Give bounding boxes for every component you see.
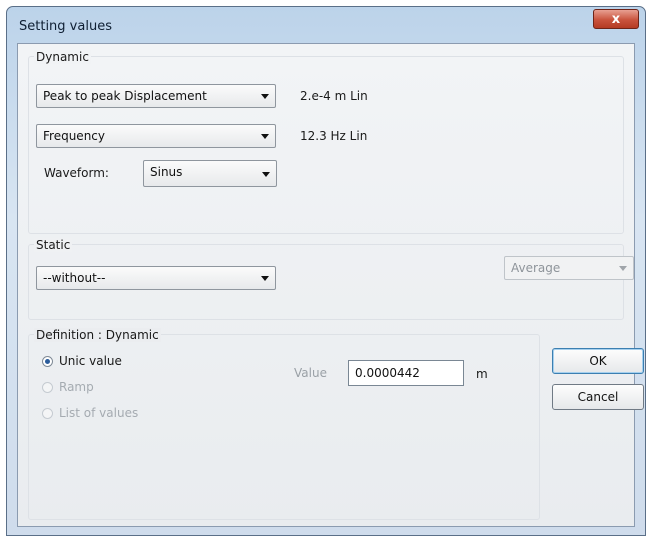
- radio-unic-value-label: Unic value: [59, 354, 122, 368]
- radio-ramp[interactable]: Ramp: [42, 380, 94, 394]
- static-group-label: Static: [34, 238, 73, 252]
- radio-icon: [42, 407, 53, 419]
- dialog-window: Setting values x Dynamic Peak to peak Di…: [6, 6, 646, 536]
- static-mode-select: Average: [504, 256, 634, 280]
- dialog-client-area: Dynamic Peak to peak Displacement 2.e-4 …: [17, 43, 644, 527]
- chevron-down-icon: [261, 134, 269, 139]
- frequency-select[interactable]: Frequency: [36, 124, 276, 148]
- close-icon: x: [611, 11, 621, 27]
- title-bar[interactable]: Setting values x: [7, 7, 645, 41]
- ok-button-label: OK: [589, 354, 607, 368]
- radio-list-of-values[interactable]: List of values: [42, 406, 138, 420]
- frequency-select-value: Frequency: [43, 129, 105, 143]
- chevron-down-icon: [261, 94, 269, 99]
- cancel-button[interactable]: Cancel: [552, 384, 644, 410]
- static-mode-select-value: Average: [511, 261, 561, 275]
- chevron-down-icon: [262, 172, 270, 177]
- quantity-select-value: Peak to peak Displacement: [43, 89, 207, 103]
- waveform-label: Waveform:: [44, 166, 109, 180]
- dynamic-group-label: Dynamic: [34, 50, 91, 64]
- close-button[interactable]: x: [593, 9, 639, 29]
- frequency-readout: 12.3 Hz Lin: [300, 129, 368, 143]
- chevron-down-icon: [261, 276, 269, 281]
- window-title: Setting values: [19, 19, 112, 34]
- radio-icon: [42, 355, 53, 367]
- ok-button[interactable]: OK: [552, 348, 644, 374]
- definition-group-label: Definition : Dynamic: [34, 328, 161, 342]
- waveform-select-value: Sinus: [150, 165, 183, 179]
- chevron-down-icon: [619, 266, 627, 271]
- static-select-value: --without--: [43, 271, 106, 285]
- static-select[interactable]: --without--: [36, 266, 276, 290]
- radio-list-of-values-label: List of values: [59, 406, 139, 420]
- waveform-select[interactable]: Sinus: [143, 160, 277, 187]
- radio-ramp-label: Ramp: [59, 380, 94, 394]
- quantity-select[interactable]: Peak to peak Displacement: [36, 84, 276, 108]
- quantity-readout: 2.e-4 m Lin: [300, 89, 368, 103]
- radio-icon: [42, 381, 53, 393]
- cancel-button-label: Cancel: [577, 390, 619, 404]
- value-unit: m: [476, 367, 488, 381]
- value-input[interactable]: [348, 360, 464, 386]
- value-label: Value: [294, 366, 327, 380]
- radio-unic-value[interactable]: Unic value: [42, 354, 122, 368]
